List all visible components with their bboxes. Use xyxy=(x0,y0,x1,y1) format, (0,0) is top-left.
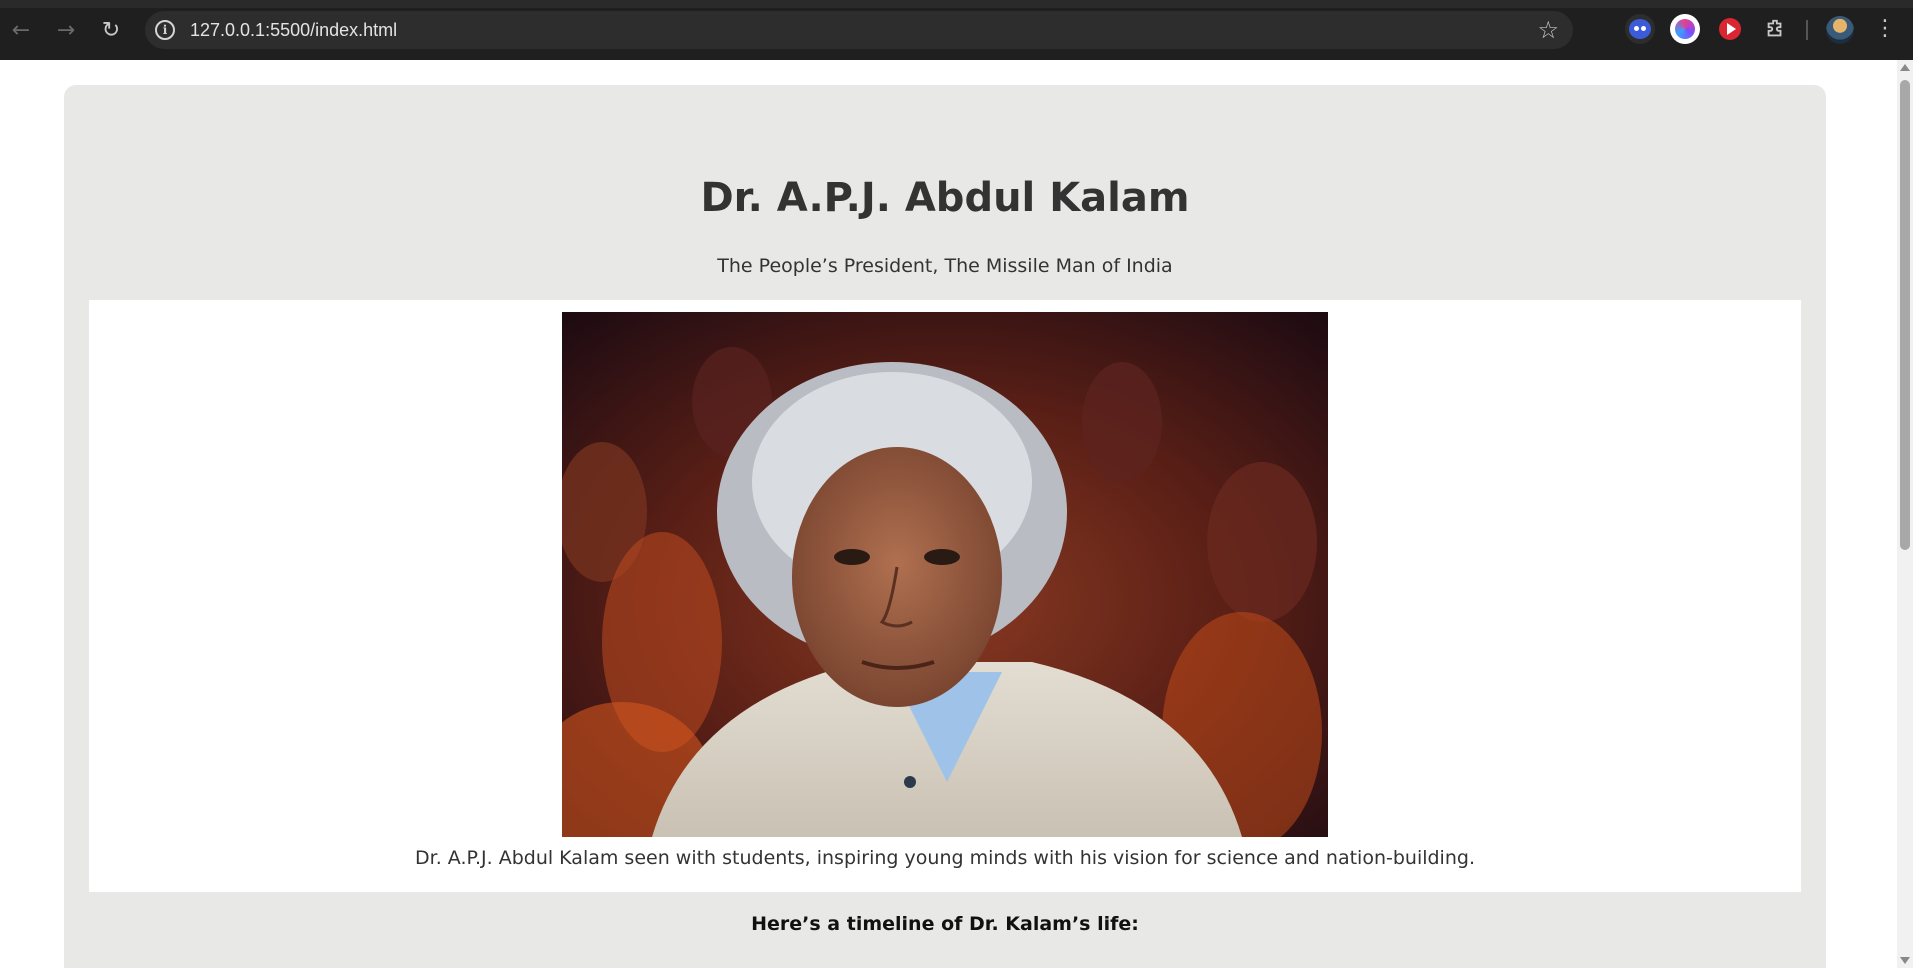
timeline-intro: Here’s a timeline of Dr. Kalam’s life: xyxy=(751,913,1139,935)
scrollbar-thumb[interactable] xyxy=(1900,80,1910,550)
arrow-right-icon: → xyxy=(56,17,76,43)
info-icon[interactable]: i xyxy=(155,20,175,40)
brain-extension-icon[interactable] xyxy=(1670,14,1700,44)
scroll-down-arrow-icon[interactable] xyxy=(1900,957,1910,964)
play-extension-icon[interactable] xyxy=(1715,14,1745,44)
puzzle-extensions-icon[interactable] xyxy=(1760,14,1790,44)
page-subtitle: The People’s President, The Missile Man … xyxy=(717,255,1173,277)
forward-button[interactable]: → xyxy=(49,13,83,47)
browser-toolbar: ← → ↻ i 127.0.0.1:5500/index.html ☆ ⋮ xyxy=(0,0,1913,60)
page-title: Dr. A.P.J. Abdul Kalam xyxy=(700,175,1190,221)
bot-extension-icon[interactable] xyxy=(1625,14,1655,44)
kebab-menu-icon[interactable]: ⋮ xyxy=(1874,14,1896,44)
page-viewport: Dr. A.P.J. Abdul Kalam The People’s Pres… xyxy=(0,60,1897,968)
avatar[interactable] xyxy=(1826,16,1854,44)
star-icon[interactable]: ☆ xyxy=(1537,16,1559,44)
vertical-scrollbar[interactable] xyxy=(1897,60,1913,968)
reload-button[interactable]: ↻ xyxy=(94,13,128,47)
tab-strip xyxy=(0,0,1913,8)
toolbar-divider xyxy=(1806,20,1808,40)
arrow-left-icon: ← xyxy=(11,17,31,43)
scroll-up-arrow-icon[interactable] xyxy=(1900,64,1910,71)
kalam-portrait-image xyxy=(562,312,1328,837)
portrait-figure: Dr. A.P.J. Abdul Kalam seen with student… xyxy=(89,300,1801,892)
address-bar[interactable]: i 127.0.0.1:5500/index.html ☆ xyxy=(145,11,1573,49)
image-caption: Dr. A.P.J. Abdul Kalam seen with student… xyxy=(415,847,1475,869)
reload-icon: ↻ xyxy=(101,17,121,43)
url-text[interactable]: 127.0.0.1:5500/index.html xyxy=(190,20,397,41)
content-card: Dr. A.P.J. Abdul Kalam The People’s Pres… xyxy=(64,85,1826,968)
back-button[interactable]: ← xyxy=(4,13,38,47)
